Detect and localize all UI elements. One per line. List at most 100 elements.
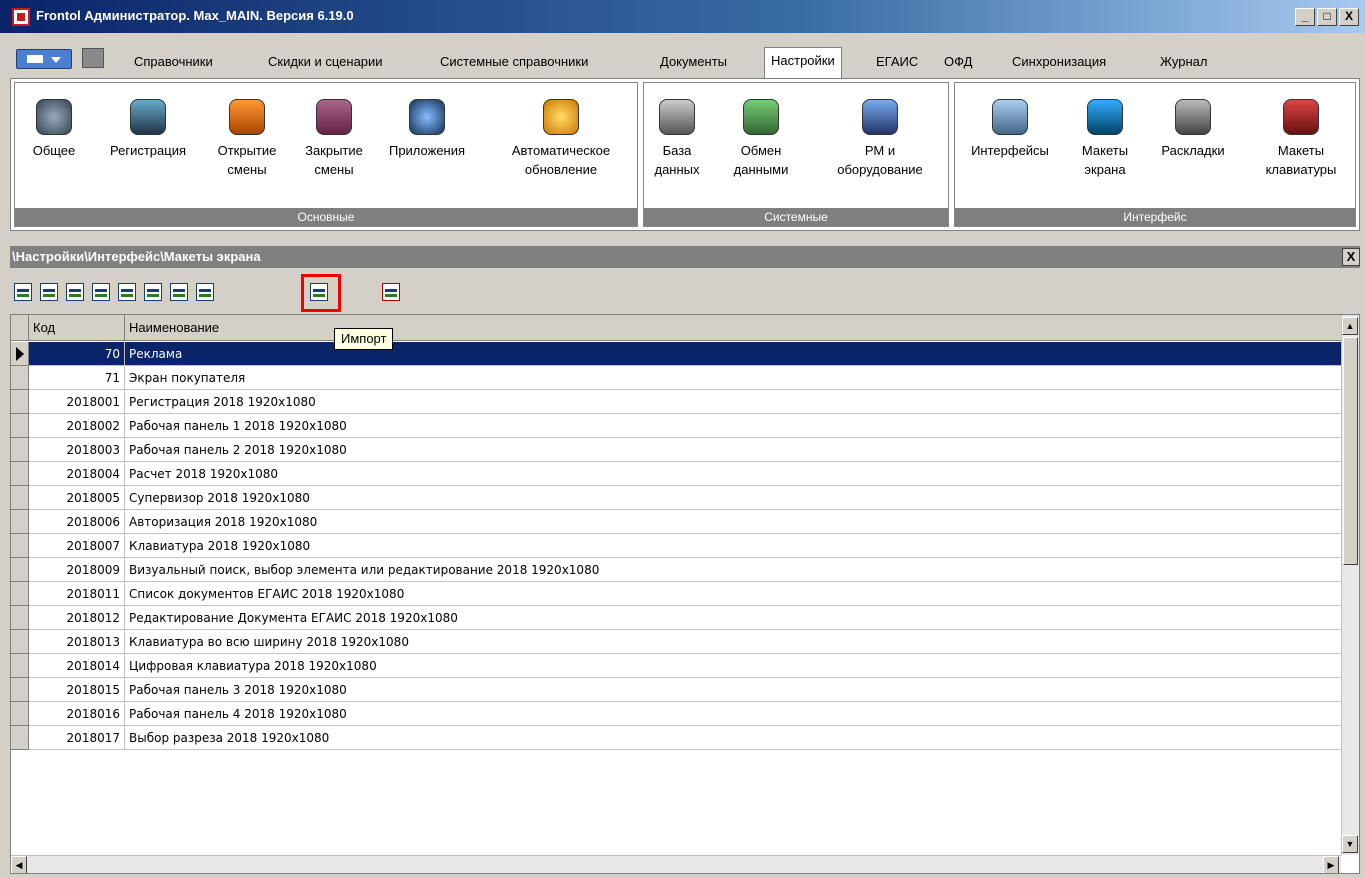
table-row[interactable]: 2018009 Визуальный поиск, выбор элемента … (11, 558, 1341, 582)
ribbon: Общее Регистрация Открытие смены Закрыти… (10, 78, 1360, 231)
gear-icon (36, 99, 72, 135)
data-exchange-button[interactable]: Обмен данными (714, 83, 808, 179)
tab-egais[interactable]: ЕГАИС (876, 54, 918, 69)
scroll-left-icon[interactable]: ◀ (11, 856, 27, 873)
table-row[interactable]: 71 Экран покупателя (11, 366, 1341, 390)
table-row[interactable]: 2018002 Рабочая панель 1 2018 1920x1080 (11, 414, 1341, 438)
breadcrumb-text: \Настройки\Интерфейс\Макеты экрана (12, 249, 261, 264)
cell-name: Цифровая клавиатура 2018 1920x1080 (129, 659, 377, 673)
row-indicator[interactable] (11, 510, 29, 534)
table-row[interactable]: 2018013 Клавиатура во всю ширину 2018 192… (11, 630, 1341, 654)
scroll-right-icon[interactable]: ▶ (1323, 856, 1339, 873)
row-indicator[interactable] (11, 606, 29, 630)
scroll-down-icon[interactable]: ▼ (1342, 835, 1358, 853)
cell-name: Реклама (129, 347, 183, 361)
column-header-name[interactable]: Наименование (125, 315, 1341, 341)
table-row[interactable]: 2018011 Список документов ЕГАИС 2018 1920… (11, 582, 1341, 606)
filter-icon[interactable] (144, 283, 162, 301)
add-copy-icon[interactable] (66, 283, 84, 301)
save-icon[interactable] (82, 48, 104, 68)
edit-icon[interactable] (40, 283, 58, 301)
row-indicator[interactable] (11, 390, 29, 414)
shift-open-button[interactable]: Открытие смены (203, 83, 291, 179)
table-row[interactable]: 2018001 Регистрация 2018 1920x1080 (11, 390, 1341, 414)
workplace-equipment-button[interactable]: РМ и оборудование (816, 83, 944, 179)
scroll-thumb[interactable] (1343, 337, 1358, 565)
cell-code: 2018015 (29, 678, 125, 702)
row-indicator[interactable] (11, 414, 29, 438)
export-icon[interactable] (196, 283, 214, 301)
cell-code: 2018004 (29, 462, 125, 486)
shift-close-button[interactable]: Закрытие смены (291, 83, 377, 179)
vertical-scrollbar[interactable]: ▲ ▼ (1341, 315, 1359, 855)
cell-name: Авторизация 2018 1920x1080 (129, 515, 318, 529)
table-row[interactable]: 2018007 Клавиатура 2018 1920x1080 (11, 534, 1341, 558)
close-button[interactable]: X (1339, 8, 1359, 26)
table-row[interactable]: 2018016 Рабочая панель 4 2018 1920x1080 (11, 702, 1341, 726)
cell-name: Супервизор 2018 1920x1080 (129, 491, 310, 505)
table-row[interactable]: 2018003 Рабочая панель 2 2018 1920x1080 (11, 438, 1341, 462)
table-row[interactable]: 2018014 Цифровая клавиатура 2018 1920x108… (11, 654, 1341, 678)
ribbon-group-system: База данных Обмен данными РМ и оборудова… (643, 82, 949, 227)
applications-button[interactable]: Приложения (377, 83, 477, 160)
panel-close-button[interactable]: X (1342, 248, 1360, 266)
tab-directories[interactable]: Справочники (134, 54, 213, 69)
row-indicator[interactable] (11, 630, 29, 654)
row-indicator[interactable] (11, 534, 29, 558)
tab-system-directories[interactable]: Системные справочники (440, 54, 588, 69)
app-icon (12, 8, 30, 26)
scroll-up-icon[interactable]: ▲ (1342, 317, 1358, 335)
cell-name: Расчет 2018 1920x1080 (129, 467, 278, 481)
tab-documents[interactable]: Документы (660, 54, 727, 69)
row-indicator[interactable] (11, 486, 29, 510)
close-list-icon[interactable] (382, 283, 400, 301)
interfaces-button[interactable]: Интерфейсы (955, 83, 1065, 160)
tab-settings[interactable]: Настройки (764, 47, 842, 78)
registration-button[interactable]: Регистрация (93, 83, 203, 160)
row-indicator[interactable] (11, 678, 29, 702)
refresh-icon[interactable] (170, 283, 188, 301)
horizontal-scrollbar[interactable]: ◀ ▶ (11, 855, 1341, 873)
row-indicator[interactable] (11, 654, 29, 678)
tab-sync[interactable]: Синхронизация (1012, 54, 1106, 69)
screen-layouts-button[interactable]: Макеты экрана (1071, 83, 1139, 179)
delete-icon[interactable] (92, 283, 110, 301)
database-button[interactable]: База данных (644, 83, 710, 179)
add-icon[interactable] (14, 283, 32, 301)
app-menu-button[interactable] (16, 49, 72, 69)
keypad-icon (1283, 99, 1319, 135)
row-indicator[interactable] (11, 558, 29, 582)
table-row[interactable]: 2018004 Расчет 2018 1920x1080 (11, 462, 1341, 486)
dialog-icon (992, 99, 1028, 135)
group-icon[interactable] (118, 283, 136, 301)
table-row[interactable]: 70 Реклама (11, 342, 1341, 366)
row-indicator[interactable] (11, 366, 29, 390)
table-row[interactable]: 2018005 Супервизор 2018 1920x1080 (11, 486, 1341, 510)
table-row[interactable]: 2018006 Авторизация 2018 1920x1080 (11, 510, 1341, 534)
row-indicator[interactable] (11, 702, 29, 726)
row-indicator[interactable] (11, 582, 29, 606)
row-indicator[interactable] (11, 726, 29, 750)
general-button[interactable]: Общее (17, 83, 91, 160)
table-row[interactable]: 2018012 Редактирование Документа ЕГАИС 20… (11, 606, 1341, 630)
cell-name: Рабочая панель 1 2018 1920x1080 (129, 419, 347, 433)
ribbon-group-main: Общее Регистрация Открытие смены Закрыти… (14, 82, 638, 227)
row-indicator[interactable] (11, 462, 29, 486)
tab-journal[interactable]: Журнал (1160, 54, 1207, 69)
tab-discounts[interactable]: Скидки и сценарии (268, 54, 383, 69)
row-indicator[interactable] (11, 438, 29, 462)
keyboard-layouts-button[interactable]: Макеты клавиатуры (1251, 83, 1351, 179)
tab-ofd[interactable]: ОФД (944, 54, 972, 69)
cell-code: 2018013 (29, 630, 125, 654)
table-row[interactable]: 2018017 Выбор разреза 2018 1920x1080 (11, 726, 1341, 750)
layouts-button[interactable]: Раскладки (1145, 83, 1241, 160)
cell-name: Регистрация 2018 1920x1080 (129, 395, 316, 409)
table-row[interactable]: 2018015 Рабочая панель 3 2018 1920x1080 (11, 678, 1341, 702)
exchange-icon (743, 99, 779, 135)
row-indicator[interactable] (11, 342, 29, 366)
auto-update-button[interactable]: Автоматическое обновление (489, 83, 633, 179)
box-icon (130, 99, 166, 135)
minimize-button[interactable]: _ (1295, 8, 1315, 26)
column-header-code[interactable]: Код (29, 315, 125, 341)
maximize-button[interactable]: □ (1317, 8, 1337, 26)
